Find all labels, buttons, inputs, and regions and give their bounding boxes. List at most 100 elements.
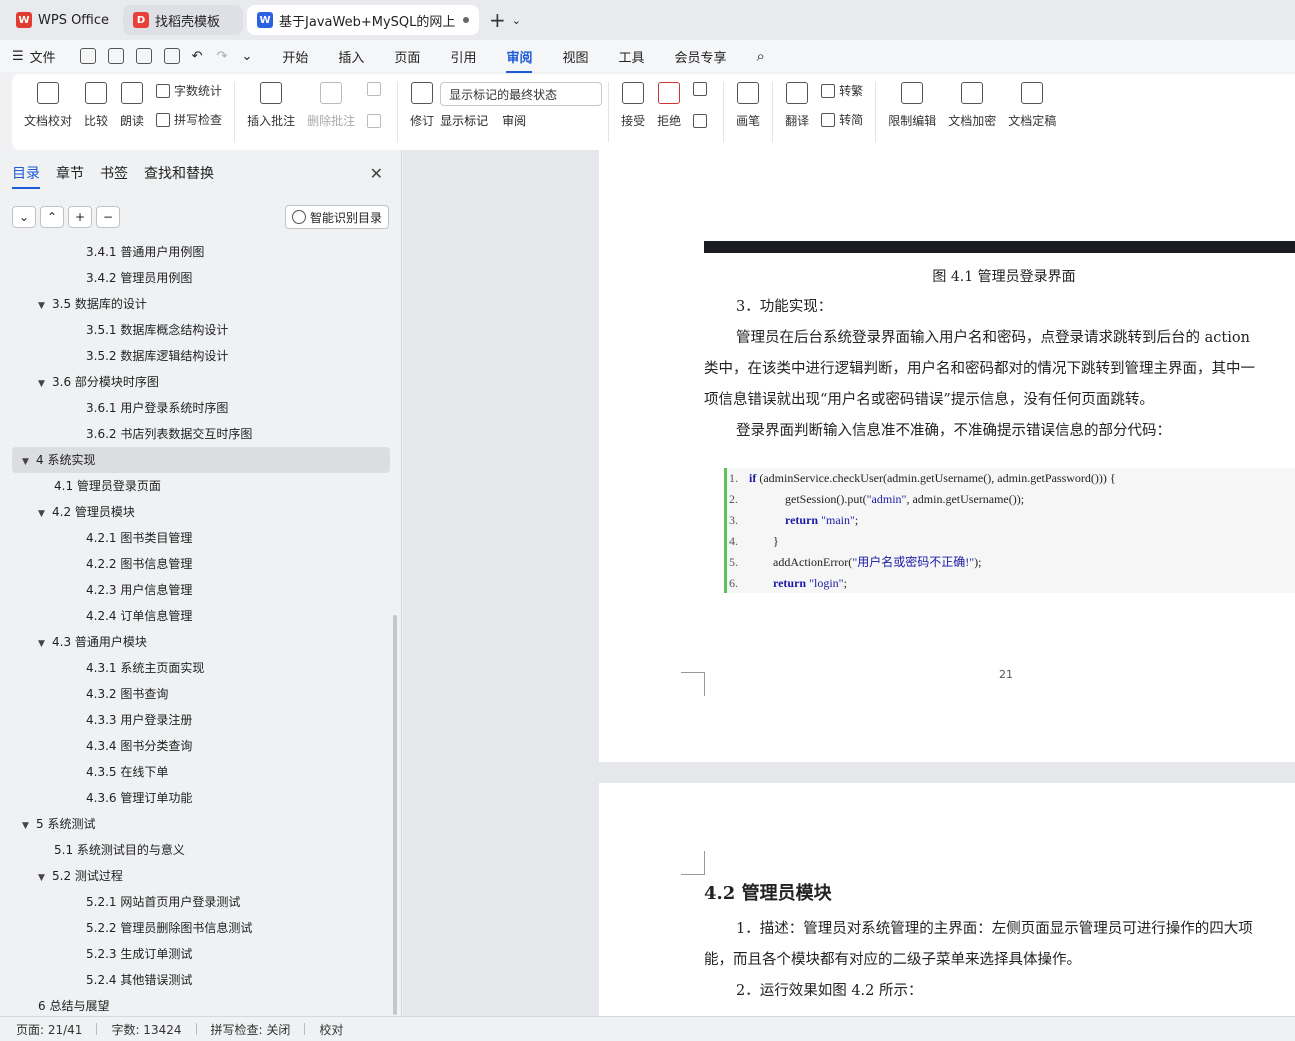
toc-item[interactable]: ▼ 4.3 普通用户模块 [12, 629, 390, 655]
toc-item[interactable]: 3.4.2 管理员用例图 [12, 265, 390, 291]
insert-comment-button[interactable]: 插入批注 [247, 82, 295, 129]
toc-item[interactable]: ▼ 5.2 测试过程 [12, 863, 390, 889]
delete-comment-button[interactable]: 删除批注 [307, 82, 355, 129]
show-markup-button[interactable]: 显示标记 [440, 112, 488, 129]
add-icon[interactable]: + [68, 206, 92, 228]
chevron-down-icon[interactable]: ⌄ [512, 14, 521, 27]
translate-button[interactable]: 翻译 [785, 82, 809, 129]
toc-item[interactable]: 4.3.1 系统主页面实现 [12, 655, 390, 681]
expand-arrow-icon[interactable]: ▼ [22, 813, 36, 839]
next-comment-button[interactable] [367, 114, 385, 128]
to-traditional-button[interactable]: 转繁 [821, 82, 863, 99]
menu-reference[interactable]: 引用 [450, 47, 476, 66]
toc-item[interactable]: 5.2.2 管理员删除图书信息测试 [12, 915, 390, 941]
search-icon[interactable]: ⌕ [757, 47, 765, 65]
prev-change-button[interactable] [693, 82, 711, 96]
toc-item[interactable]: 3.5.1 数据库概念结构设计 [12, 317, 390, 343]
expand-arrow-icon[interactable]: ▼ [38, 371, 52, 397]
to-simplified-button[interactable]: 转简 [821, 111, 863, 128]
proofread-button[interactable]: 校对 [319, 1021, 343, 1038]
expand-arrow-icon[interactable]: ▼ [38, 293, 52, 319]
tab-docer-templates[interactable]: D 找稻壳模板 [123, 5, 244, 35]
toc-item[interactable]: 3.5.2 数据库逻辑结构设计 [12, 343, 390, 369]
share-icon[interactable] [107, 48, 124, 64]
toc-item[interactable]: 5.2.1 网站首页用户登录测试 [12, 889, 390, 915]
tab-find-replace[interactable]: 查找和替换 [144, 163, 214, 183]
word-count-button[interactable]: 字数统计 [156, 82, 222, 99]
toc-item[interactable]: 4.3.4 图书分类查询 [12, 733, 390, 759]
print-icon[interactable] [135, 48, 152, 64]
print-preview-icon[interactable] [163, 48, 180, 64]
sidebar-scrollbar[interactable] [393, 615, 397, 1015]
markup-state-select[interactable]: 显示标记的最终状态 [440, 82, 603, 106]
revise-button[interactable]: 修订 [410, 82, 434, 129]
toc-item[interactable]: ▼ 4.2 管理员模块 [12, 499, 390, 525]
redo-icon[interactable]: ↷ [217, 49, 228, 64]
doc-check-button[interactable]: 文档校对 [24, 82, 72, 129]
menu-view[interactable]: 视图 [562, 47, 588, 66]
encrypt-button[interactable]: 文档加密 [948, 82, 996, 129]
expand-arrow-icon[interactable]: ▼ [38, 501, 52, 527]
toc-item[interactable]: 4.3.6 管理订单功能 [12, 785, 390, 811]
toc-item[interactable]: 3.6.2 书店列表数据交互时序图 [12, 421, 390, 447]
tab-toc[interactable]: 目录 [12, 163, 40, 189]
collapse-icon[interactable]: ⌃ [40, 206, 64, 228]
toc-item[interactable]: 5.2.4 其他错误测试 [12, 967, 390, 993]
toc-item[interactable]: ▼ 4 系统实现 [12, 447, 390, 473]
compare-button[interactable]: 比较 [84, 82, 108, 129]
toc-item[interactable]: 5.2.3 生成订单测试 [12, 941, 390, 967]
toc-item[interactable]: 4.3.2 图书查询 [12, 681, 390, 707]
toc-item-label: 3.6.2 书店列表数据交互时序图 [86, 427, 253, 441]
tab-document[interactable]: W 基于JavaWeb+MySQL的网上 [247, 5, 480, 35]
review-pane-button[interactable]: 审阅 [502, 112, 526, 129]
tab-wps-office[interactable]: W WPS Office [6, 5, 119, 35]
toc-item[interactable]: 4.2.2 图书信息管理 [12, 551, 390, 577]
menu-tools[interactable]: 工具 [618, 47, 644, 66]
tab-bookmarks[interactable]: 书签 [100, 163, 128, 183]
hamburger-icon[interactable]: ☰ [12, 49, 24, 64]
toc-item[interactable]: 4.2.1 图书类目管理 [12, 525, 390, 551]
page-indicator[interactable]: 页面: 21/41 [16, 1021, 82, 1038]
remove-icon[interactable]: − [96, 206, 120, 228]
next-change-button[interactable] [693, 114, 711, 128]
toc-item[interactable]: ▼ 5 系统测试 [12, 811, 390, 837]
close-icon[interactable]: ✕ [370, 164, 383, 183]
toc-item[interactable]: 3.6.1 用户登录系统时序图 [12, 395, 390, 421]
menu-insert[interactable]: 插入 [338, 47, 364, 66]
toc-item[interactable]: 4.2.3 用户信息管理 [12, 577, 390, 603]
restrict-edit-button[interactable]: 限制编辑 [888, 82, 936, 129]
ink-button[interactable]: 画笔 [736, 82, 760, 129]
accept-button[interactable]: 接受 [621, 82, 645, 129]
spell-check-status[interactable]: 拼写检查: 关闭 [211, 1021, 291, 1038]
toc-item[interactable]: 3.4.1 普通用户用例图 [12, 239, 390, 265]
save-icon[interactable] [79, 48, 96, 64]
toc-item[interactable]: 4.1 管理员登录页面 [12, 473, 390, 499]
toc-item[interactable]: 4.3.5 在线下单 [12, 759, 390, 785]
expand-arrow-icon[interactable]: ▼ [38, 631, 52, 657]
expand-arrow-icon[interactable]: ▼ [38, 865, 52, 891]
toc-item[interactable]: 5.1 系统测试目的与意义 [12, 837, 390, 863]
menu-member[interactable]: 会员专享 [675, 47, 727, 66]
file-menu[interactable]: 文件 [30, 47, 56, 66]
prev-comment-button[interactable] [367, 82, 385, 96]
reject-button[interactable]: 拒绝 [657, 82, 681, 129]
chevron-down-icon[interactable]: ⌄ [241, 49, 252, 64]
toc-item[interactable]: 6 总结与展望 [12, 993, 390, 1016]
word-count-indicator[interactable]: 字数: 13424 [111, 1021, 181, 1038]
new-tab-button[interactable]: + [489, 8, 506, 32]
smart-toc-button[interactable]: 智能识别目录 [284, 205, 389, 229]
menu-page[interactable]: 页面 [394, 47, 420, 66]
toc-item[interactable]: ▼ 3.5 数据库的设计 [12, 291, 390, 317]
menu-review[interactable]: 审阅 [506, 47, 533, 73]
expand-arrow-icon[interactable]: ▼ [22, 449, 36, 475]
spell-check-button[interactable]: 拼写检查 [156, 111, 222, 128]
menu-start[interactable]: 开始 [282, 47, 308, 66]
toc-item[interactable]: 4.2.4 订单信息管理 [12, 603, 390, 629]
finalize-button[interactable]: 文档定稿 [1008, 82, 1056, 129]
tab-sections[interactable]: 章节 [56, 163, 84, 183]
expand-icon[interactable]: ⌄ [12, 206, 36, 228]
read-aloud-button[interactable]: 朗读 [120, 82, 144, 129]
toc-item[interactable]: 4.3.3 用户登录注册 [12, 707, 390, 733]
toc-item[interactable]: ▼ 3.6 部分模块时序图 [12, 369, 390, 395]
undo-icon[interactable]: ↶ [192, 49, 203, 64]
